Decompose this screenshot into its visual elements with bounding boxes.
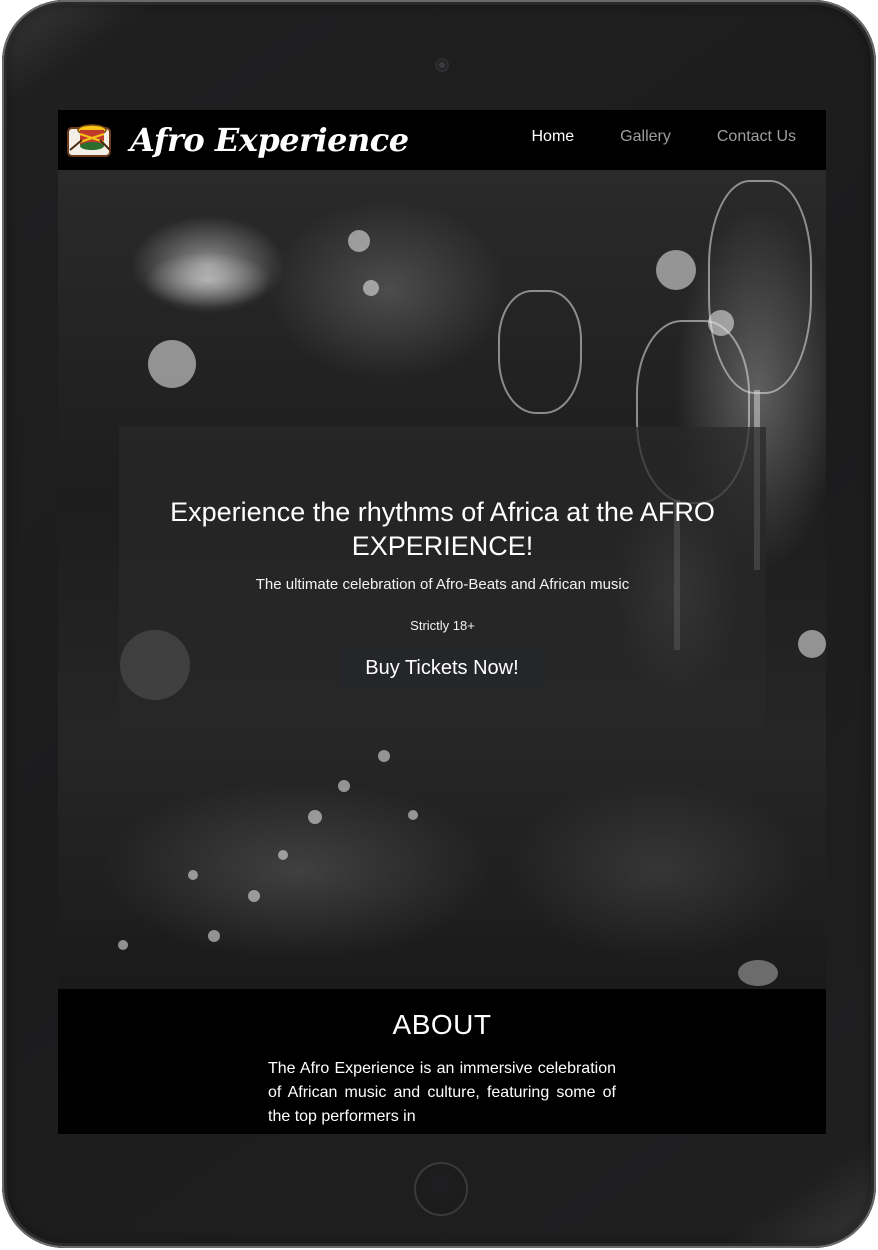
age-restriction-notice: Strictly 18+ [410,618,475,633]
hero-subtitle: The ultimate celebration of Afro-Beats a… [255,576,630,593]
drum-logo-icon[interactable] [66,120,114,160]
nav-contact-link[interactable]: Contact Us [717,128,796,146]
tablet-frame: Afro Experience Home Gallery Contact Us [2,0,876,1248]
site-brand[interactable]: Afro Experience [130,116,409,164]
nav-links: Home Gallery Contact Us [485,110,796,164]
about-heading: ABOUT [392,1009,492,1040]
home-button[interactable] [414,1162,468,1216]
about-description: The Afro Experience is an immersive cele… [268,1060,616,1125]
nav-gallery-link[interactable]: Gallery [620,128,671,146]
hero-title: Experience the rhythms of Africa at the … [170,497,715,561]
buy-tickets-button[interactable]: Buy Tickets Now! [340,647,544,689]
nav-home-link[interactable]: Home [531,128,574,146]
about-section: ABOUT The Afro Experience is an immersiv… [58,989,826,1134]
browser-viewport: Afro Experience Home Gallery Contact Us [58,110,826,1134]
hero-section: Experience the rhythms of Africa at the … [58,170,826,989]
top-navbar: Afro Experience Home Gallery Contact Us [58,110,826,170]
front-camera [435,58,449,72]
hero-overlay-card: Experience the rhythms of Africa at the … [119,427,766,732]
